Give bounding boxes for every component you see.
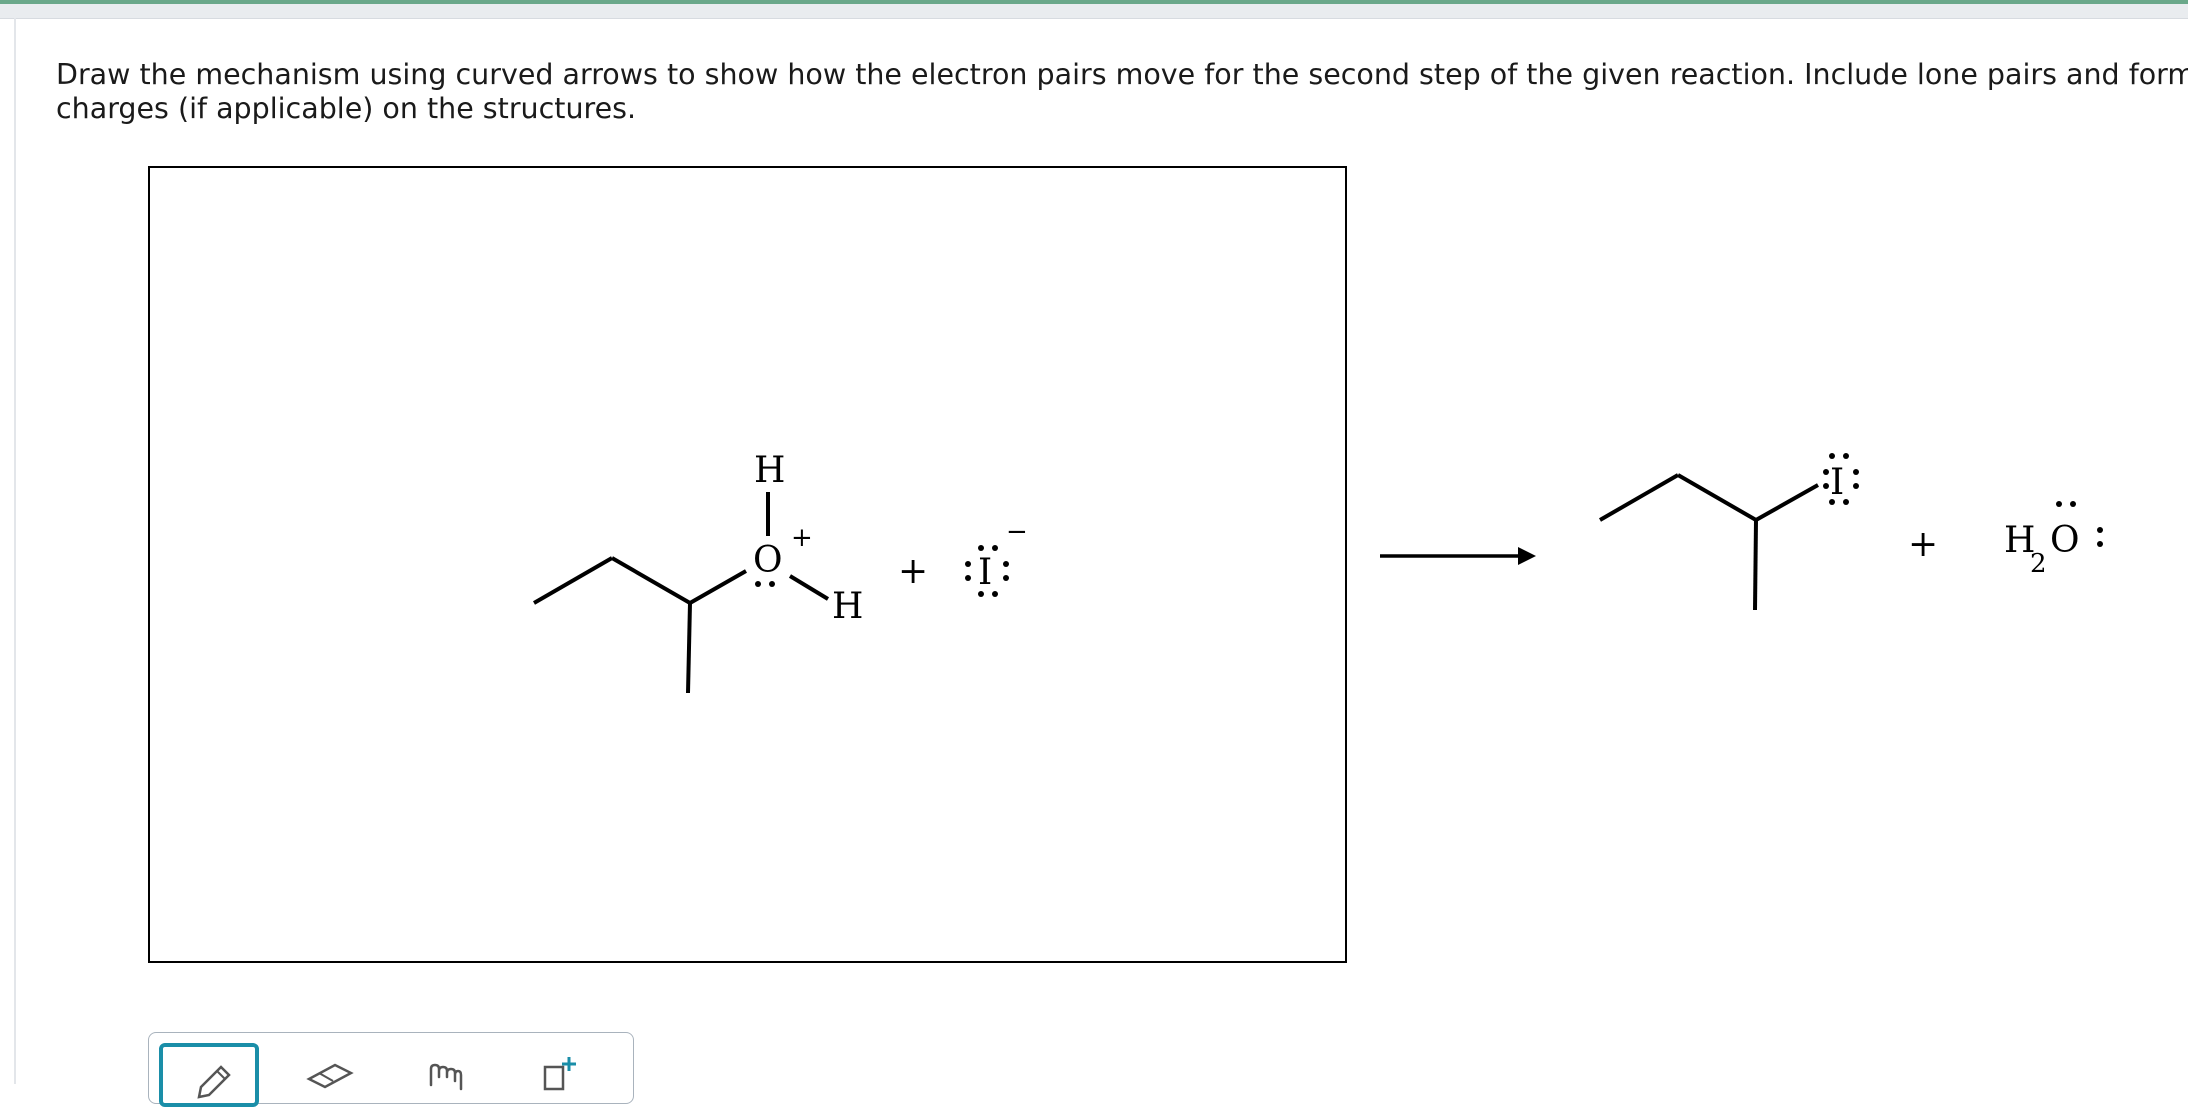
lone-pair-dot bbox=[2097, 541, 2103, 547]
lone-pair-dot bbox=[978, 545, 984, 551]
pencil-icon bbox=[197, 1065, 231, 1099]
atom-oxygen: O bbox=[753, 540, 783, 581]
product-plus: + bbox=[1908, 524, 1938, 565]
hand-tool-button[interactable] bbox=[401, 1043, 501, 1107]
bond bbox=[611, 556, 691, 605]
lone-pair-dot bbox=[1829, 499, 1835, 505]
bond bbox=[1753, 519, 1758, 611]
reaction-arrow bbox=[1380, 547, 1536, 565]
lone-pair-dot bbox=[1003, 575, 1009, 581]
lone-pair-dot bbox=[992, 545, 998, 551]
lone-pair-dot bbox=[1843, 499, 1849, 505]
lone-pair-dot bbox=[1853, 469, 1859, 475]
lone-pair-dot bbox=[965, 561, 971, 567]
lone-pair-dot bbox=[992, 591, 998, 597]
pencil-tool-button[interactable] bbox=[159, 1043, 259, 1107]
bond bbox=[686, 602, 692, 694]
eraser-icon bbox=[306, 1063, 354, 1089]
lone-pair-dot bbox=[2097, 527, 2103, 533]
iodide-charge: − bbox=[1006, 517, 1028, 547]
iodide-atom: I bbox=[978, 552, 992, 593]
lone-pair-dot bbox=[965, 575, 971, 581]
lone-pair-dot bbox=[1853, 483, 1859, 489]
bond bbox=[1755, 483, 1819, 522]
product-structure: I + H 2 O bbox=[1599, 453, 2103, 611]
bond bbox=[533, 556, 613, 605]
lone-pair-dot bbox=[1003, 561, 1009, 567]
water-subscript: 2 bbox=[2030, 549, 2047, 579]
hand-icon bbox=[429, 1063, 463, 1091]
reaction-plus: + bbox=[898, 551, 928, 592]
lone-pair-dot bbox=[1829, 453, 1835, 459]
lone-pair-dot bbox=[1843, 453, 1849, 459]
reactant-structure: H O + H + I − bbox=[533, 450, 1028, 694]
add-atom-tool-button[interactable] bbox=[509, 1043, 609, 1107]
lone-pair-dot bbox=[769, 581, 775, 587]
bond bbox=[1677, 473, 1757, 522]
water-o: O bbox=[2050, 520, 2080, 561]
atom-h-top: H bbox=[754, 450, 785, 491]
drawing-toolbar bbox=[148, 1032, 634, 1107]
bond bbox=[689, 569, 747, 605]
lone-pair-dot bbox=[2070, 501, 2076, 507]
lone-pair-dot bbox=[2056, 501, 2062, 507]
lone-pair-dot bbox=[1823, 483, 1829, 489]
formal-charge: + bbox=[791, 523, 813, 553]
lone-pair-dot bbox=[978, 591, 984, 597]
product-iodine: I bbox=[1830, 462, 1844, 503]
bond bbox=[788, 574, 830, 601]
lone-pair-dot bbox=[755, 581, 761, 587]
bond bbox=[1599, 473, 1679, 522]
lone-pair-dot bbox=[1823, 469, 1829, 475]
reaction-scheme: H O + H + I − I + H 2 O bbox=[533, 450, 2103, 694]
add-atom-icon bbox=[543, 1057, 576, 1091]
atom-h-bottom: H bbox=[832, 586, 863, 627]
eraser-tool-button[interactable] bbox=[291, 1043, 391, 1107]
